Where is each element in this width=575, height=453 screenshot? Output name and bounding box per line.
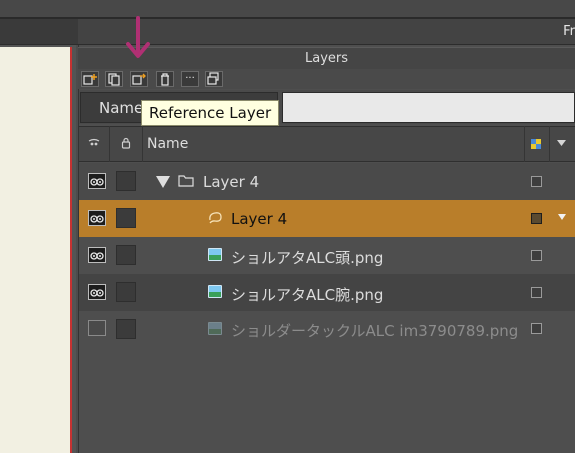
color-tag[interactable] <box>531 213 542 224</box>
visibility-toggle[interactable] <box>88 173 106 189</box>
lock-column-icon[interactable] <box>120 137 132 149</box>
eye-icon <box>90 252 104 260</box>
image-layer-icon <box>208 248 222 261</box>
lock-toggle[interactable] <box>116 208 136 228</box>
visibility-column-icon[interactable] <box>88 138 100 148</box>
new-layer-icon <box>83 74 97 85</box>
layer-name: ショルアタALC頭.png <box>231 249 384 267</box>
tooltip: Reference Layer <box>141 100 280 126</box>
visibility-toggle[interactable] <box>88 284 106 300</box>
new-layer-button[interactable] <box>81 71 99 87</box>
merge-icon <box>207 72 219 85</box>
merge-layer-button[interactable] <box>205 71 223 87</box>
layer-name: Layer 4 <box>231 210 288 228</box>
menu-item-fr[interactable]: Fr <box>563 24 575 39</box>
layers-toolbar <box>78 69 575 89</box>
lock-toggle[interactable] <box>116 245 136 265</box>
eye-icon <box>90 215 104 223</box>
layer-name: ショルダータックルALC im3790789.png <box>231 322 519 340</box>
color-tag[interactable] <box>531 176 542 187</box>
filter-mode-label: Name <box>99 99 144 117</box>
eye-icon <box>90 289 104 297</box>
column-separator <box>549 126 550 162</box>
canvas-page[interactable] <box>0 47 72 453</box>
trash-icon <box>161 73 169 86</box>
reference-layer-icon <box>132 73 146 85</box>
row-menu-chevron-icon[interactable] <box>558 214 566 220</box>
layer-name: ショルアタALC腕.png <box>231 286 384 304</box>
eye-icon <box>90 178 104 186</box>
expand-triangle-icon[interactable] <box>155 175 171 189</box>
folder-icon <box>178 175 194 187</box>
lock-toggle[interactable] <box>116 282 136 302</box>
visibility-toggle[interactable] <box>88 247 106 263</box>
layer-name: Layer 4 <box>203 173 260 191</box>
menu-bar <box>0 19 575 45</box>
color-tag[interactable] <box>531 323 542 334</box>
column-name-header[interactable]: Name <box>147 136 188 152</box>
color-tag-column-icon[interactable] <box>531 139 541 149</box>
color-tag[interactable] <box>531 287 542 298</box>
down-arrow-annotation-icon <box>126 16 150 58</box>
vector-layer-icon <box>209 212 222 224</box>
menu-left-area <box>0 19 78 44</box>
layer-row-folder[interactable] <box>79 163 575 200</box>
lock-toggle[interactable] <box>116 171 136 191</box>
layer-search-input[interactable] <box>282 92 575 123</box>
color-tag[interactable] <box>531 250 542 261</box>
reference-layer-button[interactable] <box>130 71 148 87</box>
column-separator <box>524 126 525 162</box>
delete-layer-button[interactable] <box>156 71 174 87</box>
column-separator <box>142 126 143 162</box>
layer-row-selected[interactable] <box>79 200 575 237</box>
image-layer-icon <box>208 285 222 298</box>
column-separator <box>109 126 110 162</box>
lock-toggle[interactable] <box>116 319 136 339</box>
duplicate-icon <box>108 73 120 86</box>
column-menu-chevron-icon[interactable] <box>557 140 566 147</box>
title-strip <box>0 0 575 17</box>
image-layer-icon <box>208 322 222 335</box>
visibility-toggle[interactable] <box>88 210 106 226</box>
panel-title: Layers <box>78 47 575 71</box>
duplicate-layer-button[interactable] <box>105 71 123 87</box>
more-options-button[interactable]: ··· <box>181 71 199 87</box>
visibility-toggle[interactable] <box>88 320 106 336</box>
